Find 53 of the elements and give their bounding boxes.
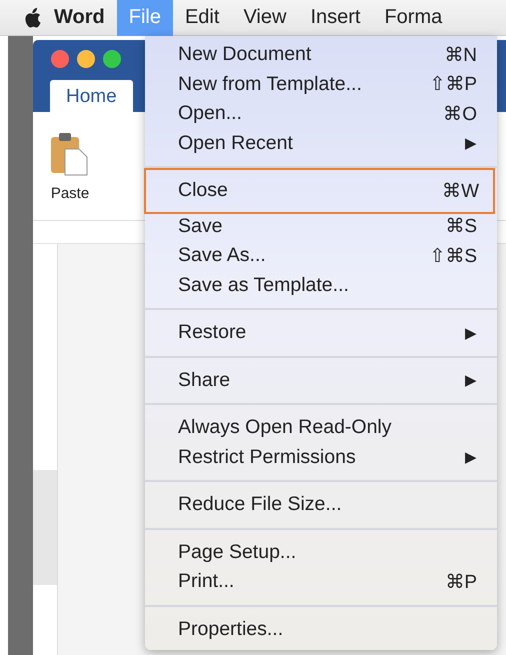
menu-item-label: Save as Template... bbox=[178, 274, 349, 297]
menu-item-label: Always Open Read-Only bbox=[178, 416, 392, 440]
maximize-icon[interactable] bbox=[103, 50, 121, 68]
menu-item[interactable]: Restrict Permissions ▶ bbox=[145, 442, 497, 472]
menu-item-label: Open... bbox=[178, 102, 242, 126]
submenu-arrow: ▶ bbox=[465, 324, 477, 342]
submenu-arrow: ▶ bbox=[465, 448, 477, 466]
menu-item-label: Restore bbox=[178, 321, 246, 344]
submenu-arrow: ▶ bbox=[465, 371, 477, 390]
shortcut-label: ⌘N bbox=[444, 44, 477, 67]
menu-item-label: Reduce File Size... bbox=[178, 493, 342, 516]
ribbon-tab[interactable]: Home bbox=[50, 80, 133, 112]
menu-item[interactable]: Print... ⌘P bbox=[145, 567, 497, 596]
menu-item[interactable]: Page Setup... bbox=[145, 538, 497, 567]
menu-item[interactable]: Restore ▶ bbox=[145, 318, 497, 348]
paste-label[interactable]: Paste bbox=[50, 184, 90, 202]
shortcut-label: ⌘P bbox=[445, 570, 477, 594]
shortcut-label: ⌘S bbox=[445, 215, 477, 238]
menu-item[interactable]: Always Open Read-Only bbox=[145, 413, 497, 442]
menu-item-label: Save bbox=[178, 214, 222, 238]
menu-item-label: New from Template... bbox=[178, 72, 362, 96]
menu-item[interactable]: Close ⌘W bbox=[152, 176, 487, 206]
close-icon[interactable] bbox=[51, 50, 69, 68]
menu-title[interactable]: Forma bbox=[372, 0, 454, 36]
menu-item[interactable]: Properties... bbox=[145, 614, 497, 644]
shortcut-label: ⇧⌘S bbox=[429, 244, 477, 268]
menu-item-label: Properties... bbox=[178, 618, 284, 641]
menu-title[interactable]: Edit bbox=[172, 0, 232, 36]
menu-item-label: New Document bbox=[178, 43, 312, 66]
menu-item-label: Close bbox=[178, 179, 228, 202]
menu-item-label: Print... bbox=[178, 570, 234, 594]
shortcut-label: ⌘W bbox=[442, 180, 479, 203]
menu-item-label: Share bbox=[178, 368, 230, 392]
menu-item[interactable]: Open Recent ▶ bbox=[145, 128, 497, 158]
menu-item-label: Restrict Permissions bbox=[178, 446, 356, 469]
menu-item[interactable]: Share ▶ bbox=[145, 366, 497, 395]
menu-item[interactable]: Open... ⌘O bbox=[145, 99, 497, 128]
menu-item[interactable]: Save As... ⇧⌘S bbox=[145, 241, 497, 270]
menu-title[interactable]: View bbox=[231, 0, 298, 36]
menu-item[interactable]: Save as Template... bbox=[145, 270, 497, 300]
menu-title[interactable]: Insert bbox=[298, 0, 372, 36]
menu-title[interactable]: Word bbox=[42, 0, 117, 36]
menu-item[interactable]: New Document ⌘N bbox=[145, 40, 497, 70]
minimize-icon[interactable] bbox=[77, 50, 95, 68]
shortcut-label: ⌘O bbox=[443, 102, 477, 126]
menu-item-label: Save As... bbox=[178, 244, 266, 268]
menu-item-label: Page Setup... bbox=[178, 540, 296, 564]
menu-item[interactable]: Reduce File Size... bbox=[145, 490, 497, 520]
shortcut-label: ⇧⌘P bbox=[429, 73, 477, 96]
menu-item-label: Open Recent bbox=[178, 132, 293, 155]
menu-item[interactable]: New from Template... ⇧⌘P bbox=[145, 70, 497, 99]
submenu-arrow: ▶ bbox=[465, 134, 477, 152]
menu-item[interactable]: Save ⌘S bbox=[145, 212, 497, 241]
